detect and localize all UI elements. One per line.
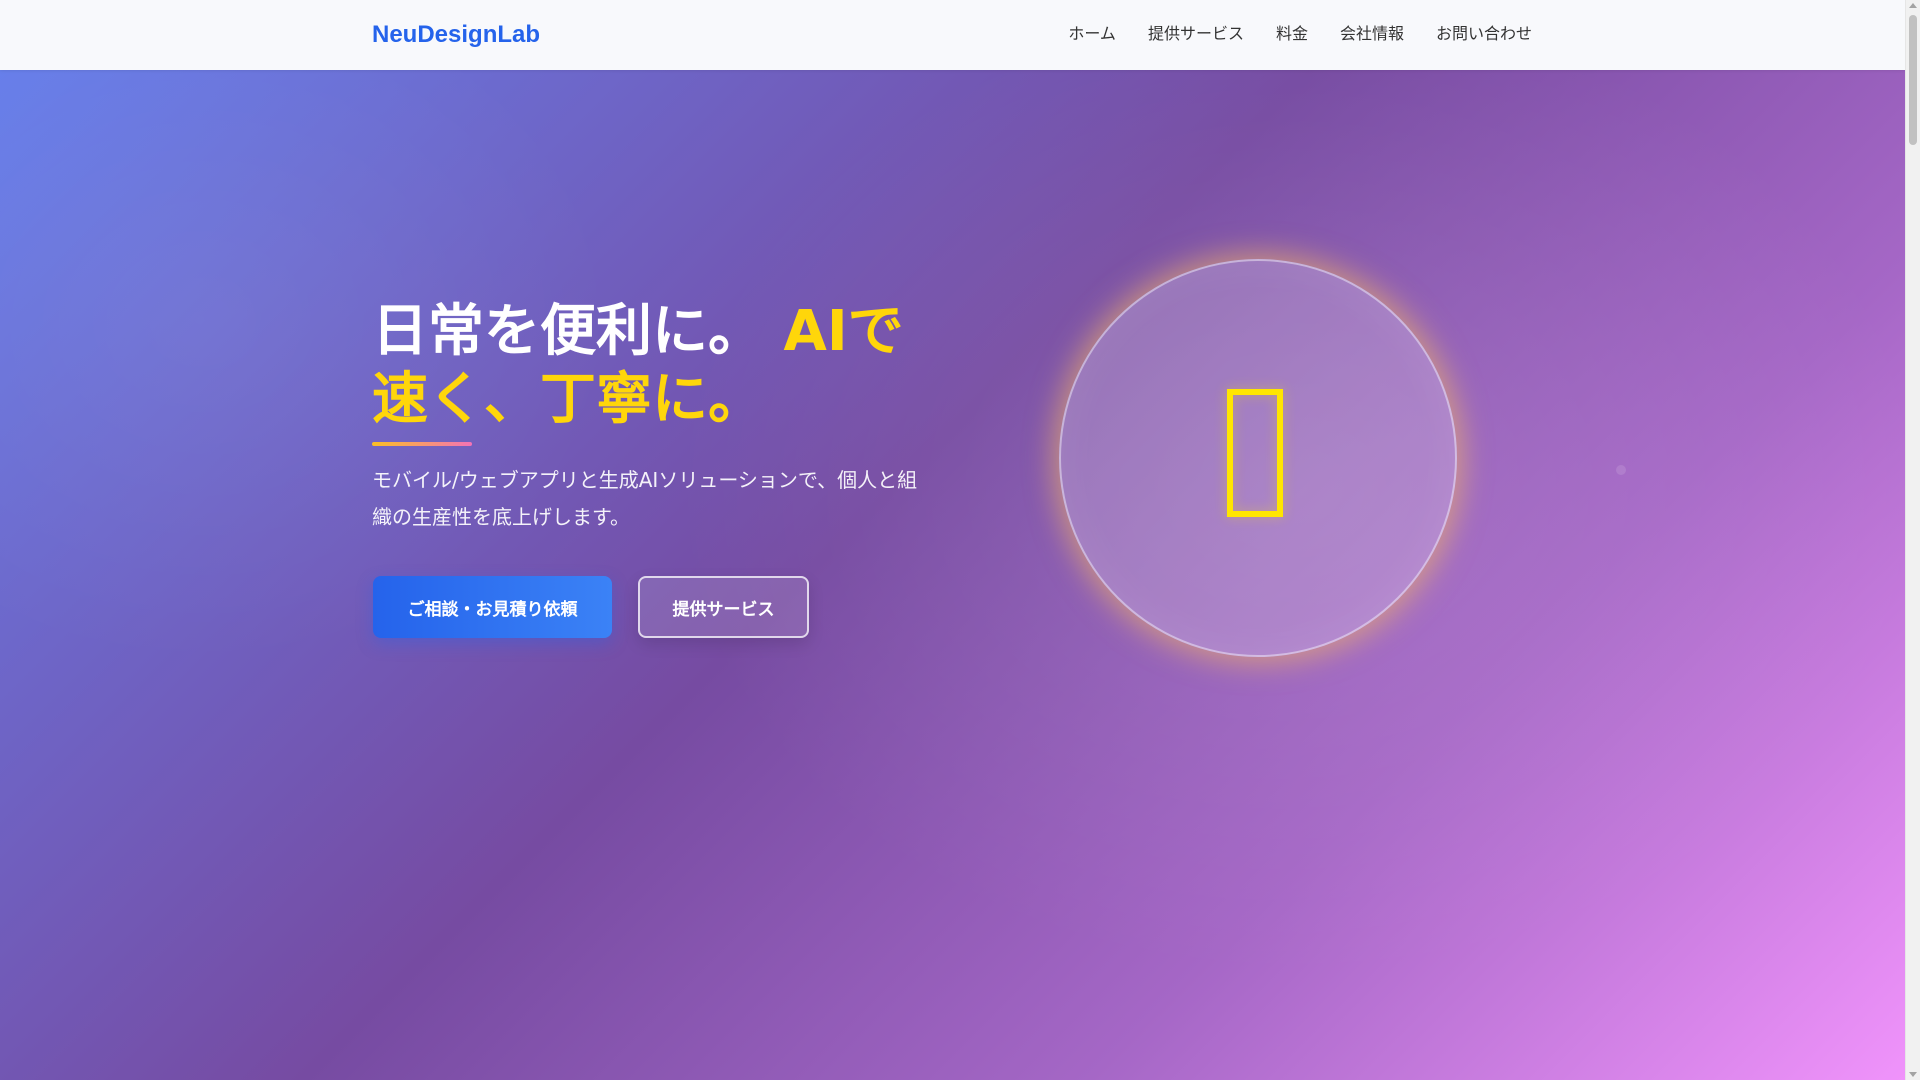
nav-item-company[interactable]: 会社情報 — [1340, 22, 1404, 46]
consultation-button[interactable]: ご相談・お見積り依頼 — [373, 576, 612, 638]
scroll-up-arrow-icon[interactable] — [1909, 3, 1917, 8]
vertical-scrollbar[interactable] — [1905, 0, 1920, 1080]
nav-item-pricing[interactable]: 料金 — [1276, 22, 1308, 46]
page: NeuDesignLab ホーム 提供サービス 料金 会社情報 お問い合わせ 日… — [0, 0, 1920, 1080]
hero-title-main: 日常を便利に。 — [372, 299, 764, 364]
site-logo[interactable]: NeuDesignLab — [372, 18, 540, 52]
hero-section — [0, 70, 1905, 1080]
scroll-down-arrow-icon[interactable] — [1909, 1072, 1917, 1077]
main-nav: ホーム 提供サービス 料金 会社情報 お問い合わせ — [1068, 22, 1532, 46]
hero-title: 日常を便利に。 AIで速く、丁寧に。 — [372, 298, 932, 434]
missing-glyph-icon — [1227, 389, 1283, 517]
site-header: NeuDesignLab ホーム 提供サービス 料金 会社情報 お問い合わせ — [0, 0, 1905, 70]
hero-background-glow — [0, 70, 1905, 1080]
nav-item-contact[interactable]: お問い合わせ — [1436, 22, 1532, 46]
nav-item-services[interactable]: 提供サービス — [1148, 22, 1244, 46]
hero-description: モバイル/ウェブアプリと生成AIソリューションで、個人と組織の生産性を底上げしま… — [372, 468, 918, 529]
scrollbar-thumb[interactable] — [1909, 15, 1917, 145]
decorative-dot — [1616, 465, 1626, 475]
nav-item-home[interactable]: ホーム — [1068, 22, 1116, 46]
services-button[interactable]: 提供サービス — [638, 576, 809, 638]
title-underline — [372, 442, 472, 446]
